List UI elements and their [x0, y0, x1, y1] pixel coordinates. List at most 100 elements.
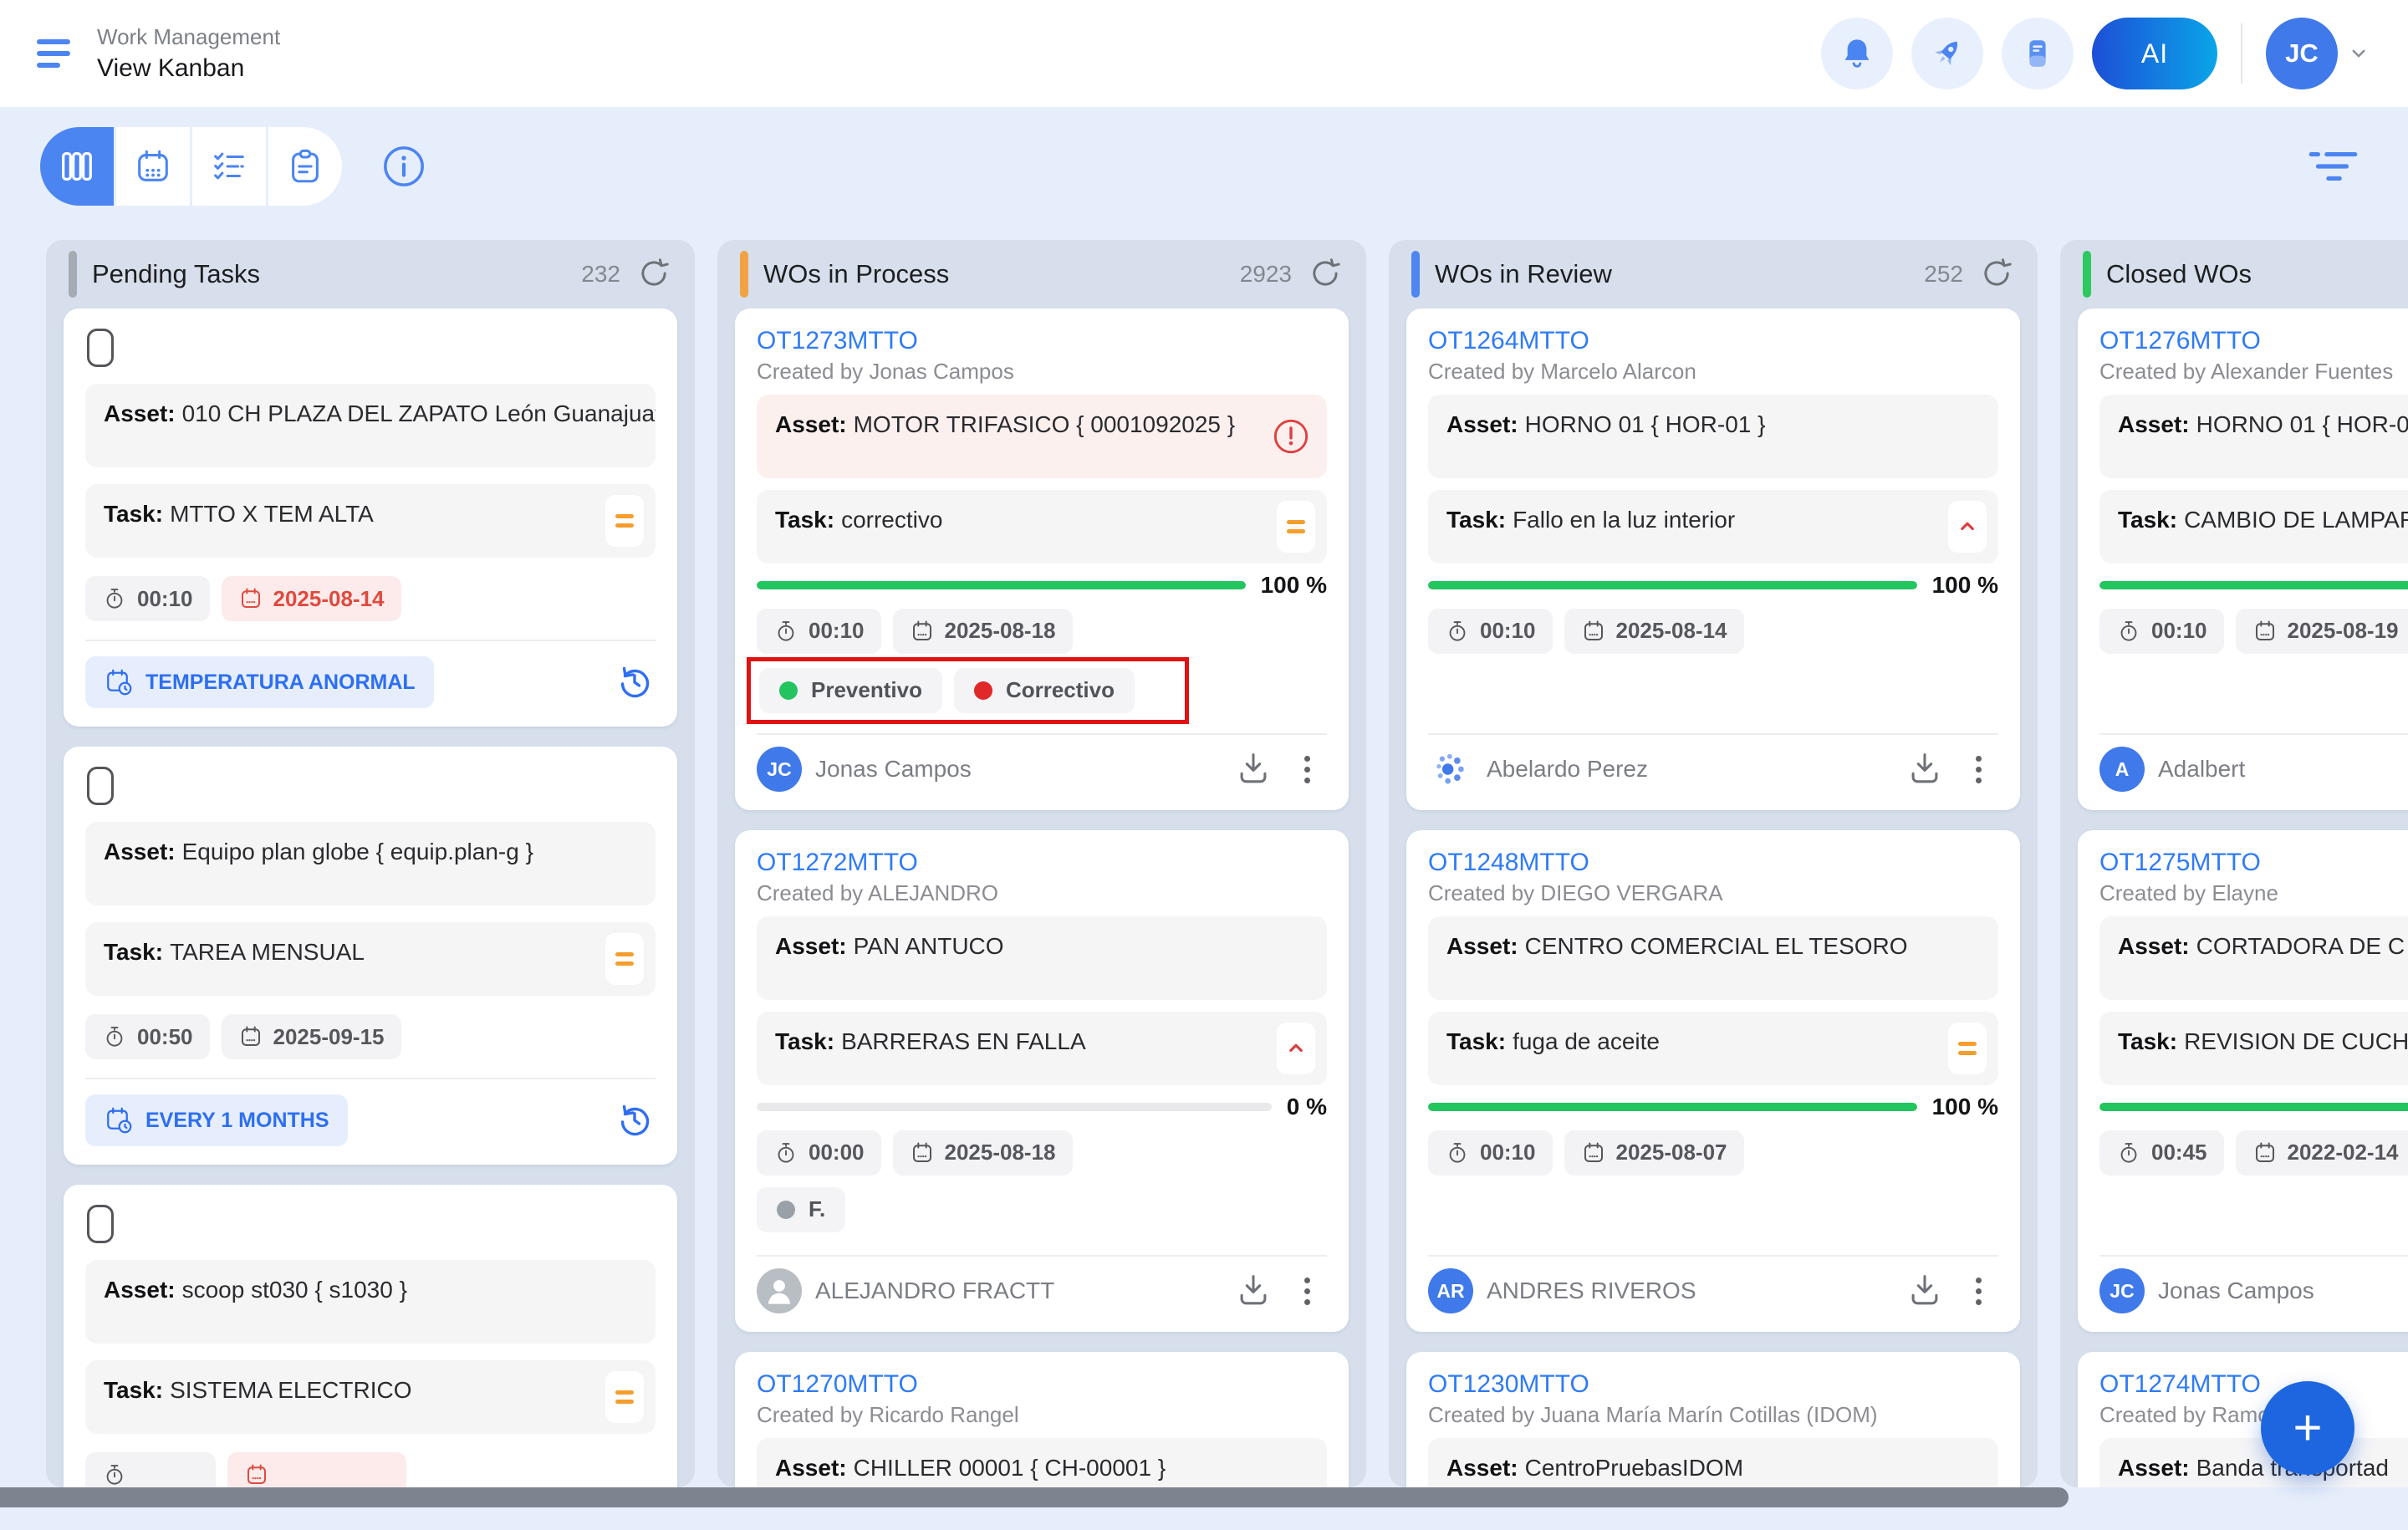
created-by: Created by Ricardo Rangel [757, 1403, 1327, 1428]
tab-workorders-view[interactable] [268, 127, 342, 206]
asset-field-label: Asset: [2118, 1455, 2190, 1481]
task-card[interactable]: Asset:010 CH PLAZA DEL ZAPATO León Guana… [64, 309, 677, 727]
add-button[interactable]: + [2261, 1381, 2354, 1475]
column-title: Closed WOs [2106, 259, 2252, 289]
workorder-link[interactable]: OT1230MTTO [1428, 1370, 1998, 1398]
refresh-icon [1308, 256, 1343, 291]
assignee-name: ANDRES RIVEROS [1487, 1278, 1891, 1304]
workorder-card[interactable]: OT1230MTTOCreated by Juana María Marín C… [1406, 1352, 2020, 1487]
duration-chip-text: 00:50 [137, 1024, 193, 1050]
workorder-link[interactable]: OT1248MTTO [1428, 849, 1998, 876]
tab-calendar-view[interactable] [116, 127, 190, 206]
download-button[interactable] [1233, 749, 1273, 789]
download-button[interactable] [1233, 1271, 1273, 1311]
workorder-card[interactable]: OT1274MTTOCreated by Ramon ToroAsset:Ban… [2078, 1352, 2408, 1487]
more-options-button[interactable] [1958, 749, 1998, 789]
task-checkbox[interactable] [87, 329, 114, 367]
asset-field: Asset:CORTADORA DE C [2099, 916, 2408, 1000]
info-button[interactable] [380, 143, 427, 190]
asset-field-value: 010 CH PLAZA DEL ZAPATO León Guanajuato [182, 400, 656, 426]
notifications-button[interactable] [1821, 18, 1893, 89]
task-field-label: Task: [2118, 507, 2177, 533]
duration-chip: 00:10 [2099, 609, 2224, 654]
stopwatch-icon [1445, 619, 1470, 644]
tab-kanban-view[interactable] [40, 127, 114, 206]
spacer [2099, 1176, 2408, 1255]
tab-checklist-view[interactable] [192, 127, 266, 206]
download-icon [1905, 749, 1944, 788]
documents-button[interactable] [2002, 18, 2074, 89]
download-button[interactable] [1905, 1271, 1945, 1311]
refresh-button[interactable] [1307, 256, 1344, 293]
app-title: Work Management [97, 24, 280, 50]
filter-button[interactable] [2305, 145, 2362, 187]
workorder-link[interactable]: OT1264MTTO [1428, 327, 1998, 354]
duration-chip-text: 00:45 [2151, 1140, 2207, 1165]
workorder-card[interactable]: OT1276MTTOCreated by Alexander FuentesAs… [2078, 309, 2408, 810]
task-checkbox[interactable] [87, 767, 114, 805]
boost-button[interactable] [1911, 18, 1983, 89]
task-field: Task:REVISION DE CUCH [2099, 1012, 2408, 1085]
due-date-chip: 2025-08-14 [222, 576, 401, 621]
asset-field-label: Asset: [1446, 411, 1518, 437]
task-field: Task:CAMBIO DE LAMPARA [2099, 490, 2408, 564]
calendar-icon [2252, 619, 2278, 644]
progress-track [2099, 1103, 2408, 1111]
asset-field-label: Asset: [775, 1455, 847, 1481]
asset-field-label: Asset: [104, 400, 176, 426]
logo-avatar [1428, 747, 1473, 792]
progress-row: 0 % [757, 1095, 1327, 1119]
task-checkbox[interactable] [87, 1205, 114, 1243]
task-card[interactable]: Asset:scoop st030 { s1030 }Task:SISTEMA … [64, 1185, 677, 1487]
app-root: Work Management View Kanban AI JC Pendin… [0, 0, 2408, 1530]
workorder-link[interactable]: OT1273MTTO [757, 327, 1327, 354]
due-date-chip-text: 2025-08-07 [1616, 1140, 1727, 1165]
card-chips: 00:102025-08-14 [1428, 609, 1998, 654]
more-options-button[interactable] [1958, 1271, 1998, 1311]
ai-assistant-button[interactable]: AI [2092, 18, 2217, 89]
workorder-card[interactable]: OT1270MTTO Created by Ricardo Rangel Asset… [735, 1352, 1349, 1487]
history-button[interactable] [614, 661, 656, 703]
calendar-icon [238, 586, 263, 611]
user-menu-button[interactable]: JC [2266, 18, 2371, 89]
workorder-card[interactable]: OT1273MTTOCreated by Jonas CamposAsset:M… [735, 309, 1349, 810]
bell-icon [1839, 36, 1875, 71]
workorder-link[interactable]: OT1275MTTO [2099, 849, 2408, 876]
download-button[interactable] [1905, 749, 1945, 789]
task-field-value: TAREA MENSUAL [170, 939, 365, 965]
app-header: Work Management View Kanban AI JC [0, 0, 2408, 107]
asset-field-label: Asset: [104, 1277, 176, 1303]
kanban-column: Closed WOs OT1276MTTOCreated by Alexander… [2060, 240, 2408, 1487]
task-card[interactable]: Asset:Equipo plan globe { equip.plan-g }… [64, 747, 677, 1165]
workorder-link[interactable]: OT1274MTTO [2099, 1370, 2408, 1398]
progress-track [757, 581, 1246, 589]
workorder-card[interactable]: OT1272MTTOCreated by ALEJANDROAsset:PAN … [735, 830, 1349, 1332]
more-options-button[interactable] [1287, 749, 1327, 789]
menu-icon[interactable] [37, 39, 70, 68]
column-header: WOs in Review252 [1406, 240, 2020, 309]
created-by: Created by Marcelo Alarcon [1428, 360, 1998, 385]
refresh-button[interactable] [635, 256, 672, 293]
task-field-label: Task: [775, 1028, 834, 1054]
due-date-chip: 2025-08-14 [1564, 609, 1744, 654]
card-chips: 00:102025-08-18 [757, 609, 1327, 654]
horizontal-scrollbar[interactable] [0, 1487, 2069, 1507]
workorder-card[interactable]: OT1275MTTOCreated by ElayneAsset:CORTADO… [2078, 830, 2408, 1332]
workorder-link[interactable]: OT1270MTTO [757, 1370, 1327, 1398]
type-tags: F. [757, 1187, 1327, 1232]
priority-high-icon [1948, 501, 1987, 553]
workorder-card[interactable]: OT1248MTTOCreated by DIEGO VERGARAAsset:… [1406, 830, 2020, 1332]
type-tag-text: F. [809, 1196, 825, 1222]
workorder-link[interactable]: OT1272MTTO [757, 849, 1327, 876]
calendar-icon [910, 619, 935, 644]
progress-track [757, 1103, 1272, 1111]
refresh-button[interactable] [1978, 256, 2015, 293]
history-button[interactable] [614, 1099, 656, 1141]
workorder-card[interactable]: OT1264MTTO Created by Marcelo Alarcon Asse… [1406, 309, 2020, 810]
progress-track [1428, 581, 1917, 589]
more-options-button[interactable] [1287, 1271, 1327, 1311]
workorder-link[interactable]: OT1276MTTO [2099, 327, 2408, 354]
due-date-chip: 2025-08-18 [893, 609, 1073, 654]
schedule-tag-text: EVERY 1 MONTHS [145, 1109, 329, 1133]
info-icon [380, 143, 427, 190]
